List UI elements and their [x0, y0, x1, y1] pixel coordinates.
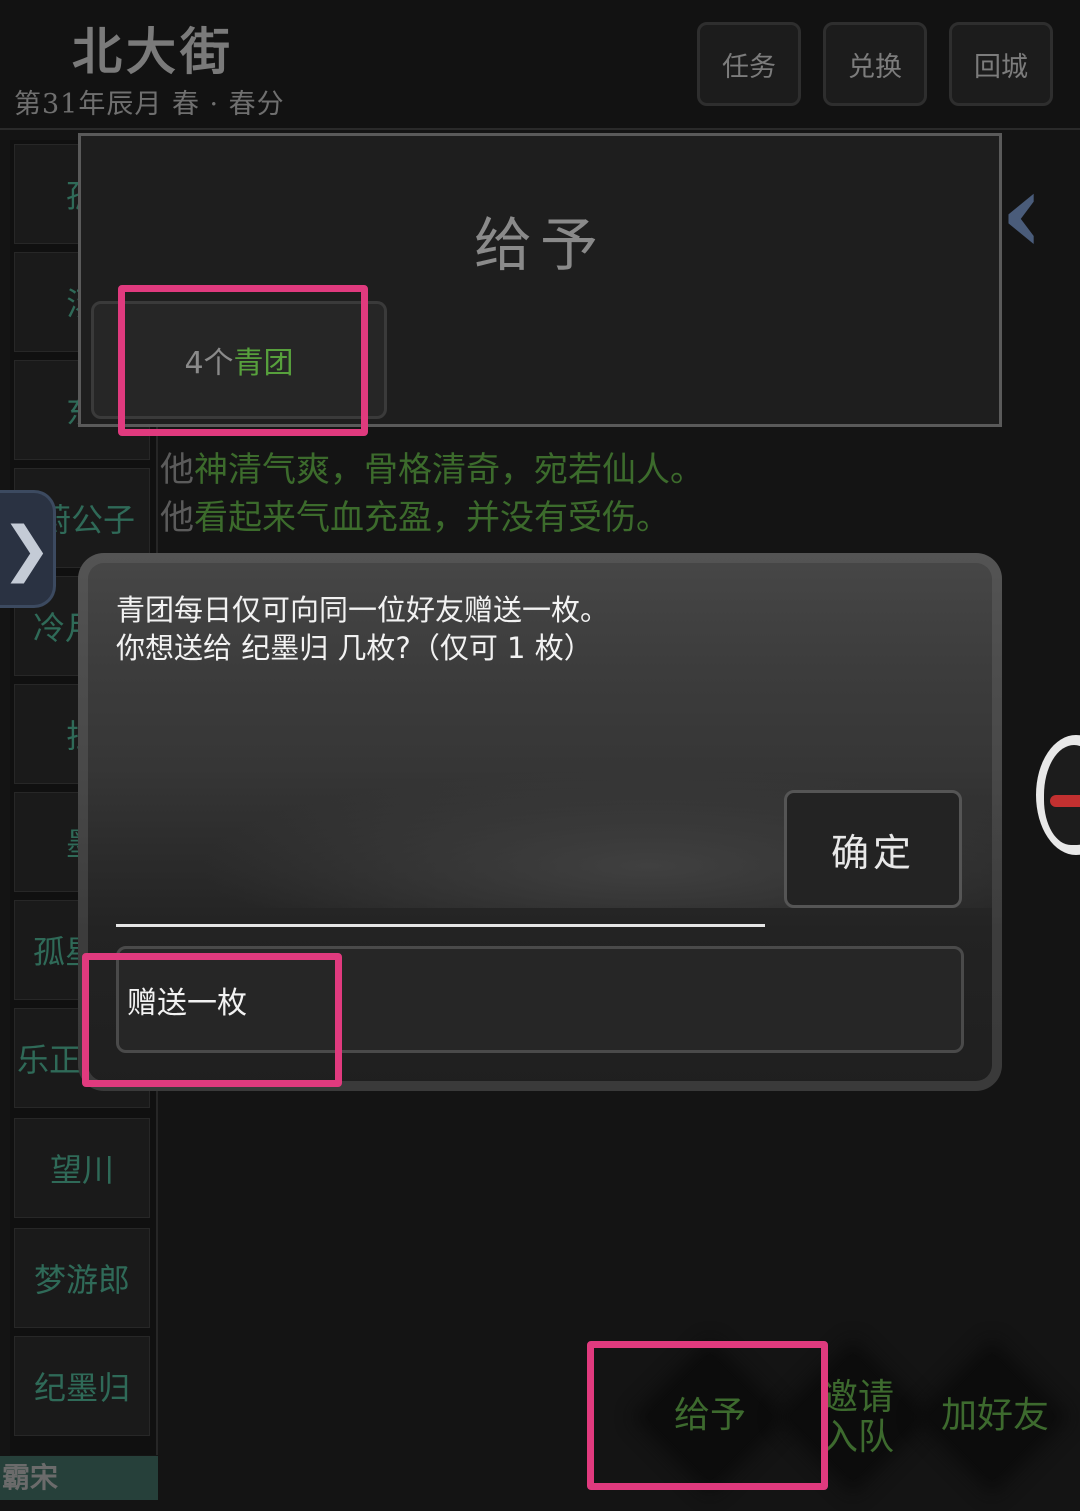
list-item[interactable]: 望川 — [14, 1118, 150, 1218]
status-line-1: 他神清气爽，骨格清奇，宛若仙人。 — [160, 442, 704, 491]
close-icon[interactable]: ‹ — [1000, 158, 1044, 268]
status-line-2: 他看起来气血充盈，并没有受伤。 — [160, 490, 670, 539]
game-date: 第31年辰月 春 · 春分 — [14, 89, 285, 120]
gift-one-button[interactable]: 赠送一枚 — [116, 946, 964, 1053]
give-panel-title: 给予 — [473, 211, 606, 279]
status-line-1-text: 神清气爽，骨格清奇，宛若仙人。 — [194, 450, 704, 490]
chevron-right-icon[interactable]: ❯ — [0, 490, 56, 608]
bottom-player-name[interactable]: 霸宋 — [0, 1456, 158, 1500]
quantity-input[interactable] — [116, 924, 765, 927]
exchange-button[interactable]: 兑换 — [823, 22, 927, 106]
invite-label-line-1: 邀请 — [821, 1377, 894, 1418]
list-item[interactable]: 纪墨归 — [14, 1336, 150, 1436]
invite-label-line-2: 入队 — [821, 1417, 894, 1458]
item-qingtuan-button[interactable]: 4个 青团 — [91, 301, 387, 419]
item-name: 青团 — [233, 346, 294, 381]
give-action-button[interactable]: 给予 — [660, 1396, 760, 1436]
dialog-message-line-1: 青团每日仅可向同一位好友赠送一枚。 — [116, 593, 610, 627]
penguin-avatar-icon[interactable] — [1036, 735, 1080, 855]
status-line-2-prefix: 他 — [160, 498, 194, 538]
location-title: 北大街 — [72, 22, 234, 81]
tasks-button[interactable]: 任务 — [697, 22, 801, 106]
add-friend-button[interactable]: 加好友 — [935, 1396, 1055, 1436]
dialog-message-line-2: 你想送给 纪墨归 几枚?（仅可 1 枚） — [116, 631, 593, 665]
confirm-button[interactable]: 确定 — [784, 790, 962, 908]
return-city-button[interactable]: 回城 — [949, 22, 1053, 106]
list-item[interactable]: 梦游郎 — [14, 1228, 150, 1328]
dialog-message: 青团每日仅可向同一位好友赠送一枚。 你想送给 纪墨归 几枚?（仅可 1 枚） — [116, 591, 609, 667]
item-count: 4个 — [184, 346, 234, 381]
give-panel: 给予 4个 青团 — [78, 133, 1002, 427]
invite-team-button[interactable]: 邀请 入队 — [818, 1378, 898, 1458]
status-line-2-text: 看起来气血充盈，并没有受伤。 — [194, 498, 670, 538]
header-bar: 北大街 第31年辰月 春 · 春分 任务 兑换 回城 — [0, 0, 1080, 130]
status-line-1-prefix: 他 — [160, 450, 194, 490]
gift-dialog: 青团每日仅可向同一位好友赠送一枚。 你想送给 纪墨归 几枚?（仅可 1 枚） 确… — [78, 553, 1002, 1091]
